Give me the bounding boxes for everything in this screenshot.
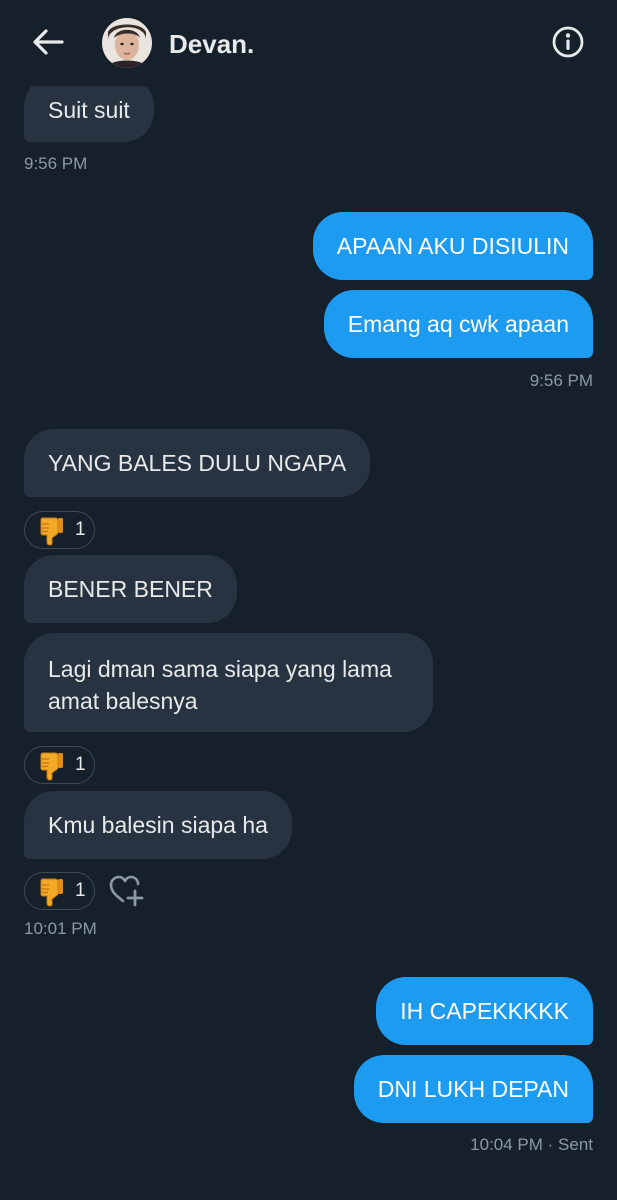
heart-plus-icon bbox=[109, 875, 144, 907]
message-text: APAAN AKU DISIULIN bbox=[336, 233, 569, 259]
message-text: Lagi dman sama siapa yang lama amat bale… bbox=[48, 656, 392, 714]
thumbs-down-icon bbox=[40, 752, 63, 781]
reaction-thumbs-down[interactable]: 1 bbox=[24, 746, 95, 784]
message-bubble-incoming[interactable]: BENER BENER bbox=[24, 555, 237, 623]
message-bubble-outgoing[interactable]: APAAN AKU DISIULIN bbox=[312, 212, 593, 280]
message-text: BENER BENER bbox=[48, 576, 213, 602]
message-bubble-incoming[interactable]: Kmu balesin siapa ha bbox=[24, 791, 292, 859]
contact-name[interactable]: Devan. bbox=[169, 28, 254, 60]
message-timestamp: 10:01 PM bbox=[24, 919, 97, 938]
message-text: Kmu balesin siapa ha bbox=[48, 812, 268, 838]
message-timestamp-sent-status: 10:04 PM · Sent bbox=[470, 1135, 593, 1154]
reaction-count: 1 bbox=[75, 519, 86, 540]
conversation-header: Devan. bbox=[0, 0, 617, 86]
message-text: Emang aq cwk apaan bbox=[347, 311, 569, 337]
reaction-count: 1 bbox=[75, 754, 86, 775]
message-timestamp: 9:56 PM bbox=[529, 371, 593, 390]
back-button[interactable] bbox=[30, 26, 66, 58]
message-bubble-outgoing[interactable]: DNI LUKH DEPAN bbox=[353, 1055, 593, 1123]
thumbs-down-icon bbox=[40, 517, 63, 546]
avatar[interactable] bbox=[102, 18, 152, 68]
message-bubble-outgoing[interactable]: IH CAPEKKKKK bbox=[376, 977, 593, 1045]
arrow-left-icon bbox=[33, 29, 64, 55]
reaction-count: 1 bbox=[75, 880, 86, 901]
message-text: YANG BALES DULU NGAPA bbox=[48, 450, 347, 476]
reaction-thumbs-down[interactable]: 1 bbox=[24, 511, 95, 549]
message-bubble-outgoing[interactable]: Emang aq cwk apaan bbox=[323, 290, 593, 358]
info-circle-icon bbox=[552, 26, 584, 58]
add-reaction-button[interactable] bbox=[108, 874, 144, 908]
thumbs-down-icon bbox=[40, 878, 63, 907]
conversation-info-button[interactable] bbox=[551, 25, 585, 59]
message-text: Suit suit bbox=[48, 97, 130, 123]
message-timestamp: 9:56 PM bbox=[24, 154, 88, 173]
message-text: IH CAPEKKKKK bbox=[400, 998, 569, 1024]
reaction-thumbs-down[interactable]: 1 bbox=[24, 872, 95, 910]
message-bubble-incoming[interactable]: Lagi dman sama siapa yang lama amat bale… bbox=[24, 633, 433, 732]
message-text: DNI LUKH DEPAN bbox=[377, 1076, 569, 1102]
message-bubble-incoming[interactable]: YANG BALES DULU NGAPA bbox=[24, 429, 371, 497]
